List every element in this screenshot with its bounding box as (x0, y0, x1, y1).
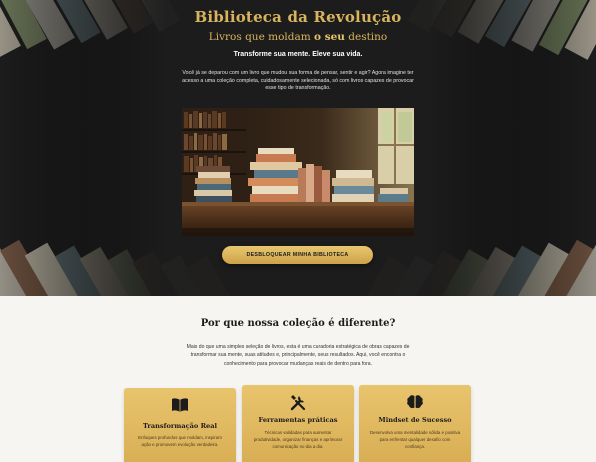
feature-card-mindset: Mindset de Sucesso Desenvolva uma mental… (359, 385, 471, 462)
tools-icon (242, 394, 354, 412)
brain-icon (359, 394, 471, 412)
page-title: Biblioteca da Revolução (194, 8, 402, 26)
hero-intro-text: Você já se deparou com um livro que mudo… (182, 70, 414, 92)
hero-subtitle: Livros que moldam o seu destino (208, 31, 388, 43)
hero-section: Biblioteca da Revolução Livros que molda… (0, 0, 596, 296)
card-title: Ferramentas práticas (258, 416, 338, 424)
card-text: Técnicas validadas para aumentar produti… (253, 430, 343, 449)
feature-card-transformation: Transformação Real Enfoques profundos qu… (124, 388, 236, 462)
open-book-icon (124, 397, 236, 415)
library-photo (182, 108, 414, 236)
features-title: Por que nossa coleção é diferente? (200, 318, 396, 329)
features-text: Mais do que uma simples seleção de livro… (186, 344, 410, 367)
card-text: Desenvolva uma mentalidade sólida e posi… (369, 430, 461, 449)
card-title: Mindset de Sucesso (378, 416, 452, 424)
unlock-library-button[interactable]: DESBLOQUEAR MINHA BIBLIOTECA (222, 246, 373, 264)
hero-tagline: Transforme sua mente. Eleve sua vida. (233, 51, 363, 58)
feature-card-tools: Ferramentas práticas Técnicas validadas … (242, 385, 354, 462)
card-title: Transformação Real (142, 422, 218, 430)
features-section: Por que nossa coleção é diferente? Mais … (0, 296, 596, 462)
card-text: Enfoques profundos que moldam, inspiram … (138, 435, 222, 447)
